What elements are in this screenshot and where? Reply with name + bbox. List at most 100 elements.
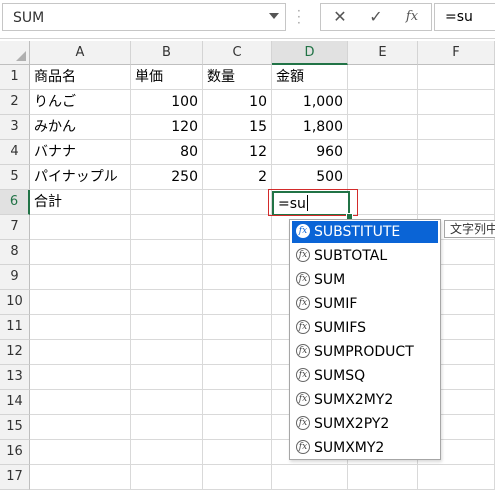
cell-c17[interactable] <box>203 465 272 490</box>
autocomplete-item[interactable]: fx SUMIFS <box>292 317 438 339</box>
enter-icon[interactable]: ✓ <box>363 6 389 28</box>
cell-a6[interactable]: 合計 <box>30 190 131 215</box>
cell-a15[interactable] <box>30 415 131 440</box>
row-header-13[interactable]: 13 <box>0 365 30 390</box>
cell-a11[interactable] <box>30 315 131 340</box>
cell-b5[interactable]: 250 <box>131 165 203 190</box>
cell-b8[interactable] <box>131 240 203 265</box>
cell-c11[interactable] <box>203 315 272 340</box>
cell-c15[interactable] <box>203 415 272 440</box>
row-header-11[interactable]: 11 <box>0 315 30 340</box>
cell-e3[interactable] <box>348 115 418 140</box>
cell-f2[interactable] <box>418 90 495 115</box>
row-header-14[interactable]: 14 <box>0 390 30 415</box>
cell-a13[interactable] <box>30 365 131 390</box>
cell-e4[interactable] <box>348 140 418 165</box>
row-header-2[interactable]: 2 <box>0 90 30 115</box>
cell-a4[interactable]: バナナ <box>30 140 131 165</box>
cell-b16[interactable] <box>131 440 203 465</box>
cell-c4[interactable]: 12 <box>203 140 272 165</box>
column-header-f[interactable]: F <box>418 41 495 65</box>
cell-a8[interactable] <box>30 240 131 265</box>
cell-b4[interactable]: 80 <box>131 140 203 165</box>
cell-f3[interactable] <box>418 115 495 140</box>
cell-a12[interactable] <box>30 340 131 365</box>
row-header-5[interactable]: 5 <box>0 165 30 190</box>
cell-c1[interactable]: 数量 <box>203 65 272 90</box>
cell-f17[interactable] <box>418 465 495 490</box>
autocomplete-item[interactable]: fx SUMPRODUCT <box>292 341 438 363</box>
column-header-e[interactable]: E <box>348 41 418 65</box>
cell-e6[interactable] <box>348 190 418 215</box>
cell-b17[interactable] <box>131 465 203 490</box>
cell-c12[interactable] <box>203 340 272 365</box>
column-header-b[interactable]: B <box>131 41 203 65</box>
cell-e17[interactable] <box>348 465 418 490</box>
formula-input[interactable]: =su <box>434 3 495 31</box>
cell-a9[interactable] <box>30 265 131 290</box>
cell-b10[interactable] <box>131 290 203 315</box>
row-header-10[interactable]: 10 <box>0 290 30 315</box>
cell-d17[interactable] <box>272 465 348 490</box>
cell-f4[interactable] <box>418 140 495 165</box>
cell-b9[interactable] <box>131 265 203 290</box>
name-box-dropdown-icon[interactable] <box>269 13 279 19</box>
cell-d5[interactable]: 500 <box>272 165 348 190</box>
row-header-7[interactable]: 7 <box>0 215 30 240</box>
cell-c5[interactable]: 2 <box>203 165 272 190</box>
row-header-8[interactable]: 8 <box>0 240 30 265</box>
cell-b3[interactable]: 120 <box>131 115 203 140</box>
column-header-c[interactable]: C <box>203 41 272 65</box>
cell-d1[interactable]: 金額 <box>272 65 348 90</box>
column-header-d[interactable]: D <box>272 41 348 65</box>
cell-b1[interactable]: 単価 <box>131 65 203 90</box>
cell-e1[interactable] <box>348 65 418 90</box>
insert-function-icon[interactable]: fx <box>399 6 425 28</box>
cell-a10[interactable] <box>30 290 131 315</box>
cell-a5[interactable]: パイナップル <box>30 165 131 190</box>
autocomplete-item[interactable]: fx SUMX2MY2 <box>292 389 438 411</box>
cell-d2[interactable]: 1,000 <box>272 90 348 115</box>
row-header-1[interactable]: 1 <box>0 65 30 90</box>
cell-c8[interactable] <box>203 240 272 265</box>
row-header-15[interactable]: 15 <box>0 415 30 440</box>
autocomplete-item[interactable]: fx SUMIF <box>292 293 438 315</box>
cell-f6[interactable] <box>418 190 495 215</box>
cell-a2[interactable]: りんご <box>30 90 131 115</box>
row-header-6[interactable]: 6 <box>0 190 30 215</box>
cell-e2[interactable] <box>348 90 418 115</box>
cell-f1[interactable] <box>418 65 495 90</box>
row-header-3[interactable]: 3 <box>0 115 30 140</box>
cancel-icon[interactable]: ✕ <box>327 6 353 28</box>
autocomplete-item[interactable]: fx SUMX2PY2 <box>292 413 438 435</box>
cell-c13[interactable] <box>203 365 272 390</box>
row-header-17[interactable]: 17 <box>0 465 30 490</box>
cell-b2[interactable]: 100 <box>131 90 203 115</box>
cell-a1[interactable]: 商品名 <box>30 65 131 90</box>
cell-c14[interactable] <box>203 390 272 415</box>
name-box[interactable]: SUM <box>2 3 286 31</box>
cell-f5[interactable] <box>418 165 495 190</box>
cell-b11[interactable] <box>131 315 203 340</box>
autocomplete-item[interactable]: fx SUBSTITUTE <box>292 221 438 243</box>
cell-d3[interactable]: 1,800 <box>272 115 348 140</box>
cell-a7[interactable] <box>30 215 131 240</box>
row-header-16[interactable]: 16 <box>0 440 30 465</box>
column-header-a[interactable]: A <box>30 41 131 65</box>
autocomplete-item[interactable]: fx SUMXMY2 <box>292 437 438 459</box>
row-header-9[interactable]: 9 <box>0 265 30 290</box>
cell-c9[interactable] <box>203 265 272 290</box>
cell-a14[interactable] <box>30 390 131 415</box>
cell-b13[interactable] <box>131 365 203 390</box>
row-header-4[interactable]: 4 <box>0 140 30 165</box>
cell-b15[interactable] <box>131 415 203 440</box>
cell-b6[interactable] <box>131 190 203 215</box>
cell-c6[interactable] <box>203 190 272 215</box>
cell-e5[interactable] <box>348 165 418 190</box>
cell-d4[interactable]: 960 <box>272 140 348 165</box>
cell-c16[interactable] <box>203 440 272 465</box>
cell-c7[interactable] <box>203 215 272 240</box>
select-all-button[interactable] <box>0 41 30 65</box>
cell-c10[interactable] <box>203 290 272 315</box>
autocomplete-item[interactable]: fx SUBTOTAL <box>292 245 438 267</box>
